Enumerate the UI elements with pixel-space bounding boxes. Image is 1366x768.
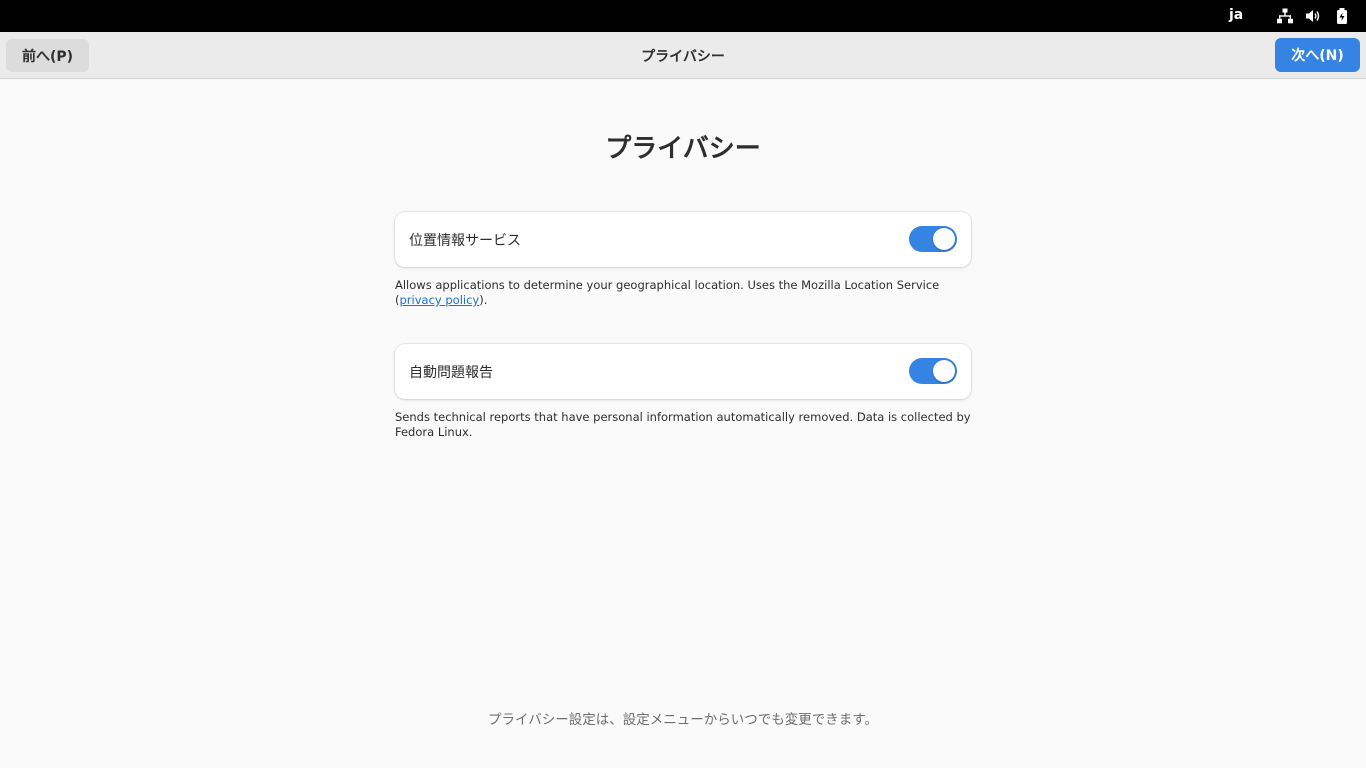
network-icon[interactable]	[1277, 8, 1293, 24]
header-title: プライバシー	[641, 49, 725, 65]
location-services-row: 位置情報サービス	[395, 212, 971, 267]
switch-knob	[933, 360, 955, 382]
language-indicator[interactable]: ja	[1229, 7, 1243, 23]
location-services-description: Allows applications to determine your ge…	[395, 278, 971, 308]
footer-note: プライバシー設定は、設定メニューからいつでも変更できます。	[488, 712, 878, 728]
volume-icon[interactable]	[1305, 8, 1321, 24]
top-bar: ja	[0, 0, 1366, 32]
location-services-switch[interactable]	[909, 226, 957, 252]
location-services-label: 位置情報サービス	[409, 233, 521, 249]
next-button[interactable]: 次へ(N)	[1275, 38, 1360, 72]
problem-reporting-switch[interactable]	[909, 358, 957, 384]
battery-icon[interactable]	[1334, 8, 1350, 24]
problem-reporting-row: 自動問題報告	[395, 344, 971, 399]
switch-knob	[933, 228, 955, 250]
header-bar: 前へ(P) プライバシー 次へ(N)	[0, 32, 1366, 79]
problem-reporting-label: 自動問題報告	[409, 365, 493, 381]
privacy-policy-link[interactable]: privacy policy	[400, 293, 480, 307]
location-description-end: ).	[479, 293, 488, 307]
problem-reporting-description: Sends technical reports that have person…	[395, 410, 971, 439]
page-title: プライバシー	[605, 134, 761, 164]
